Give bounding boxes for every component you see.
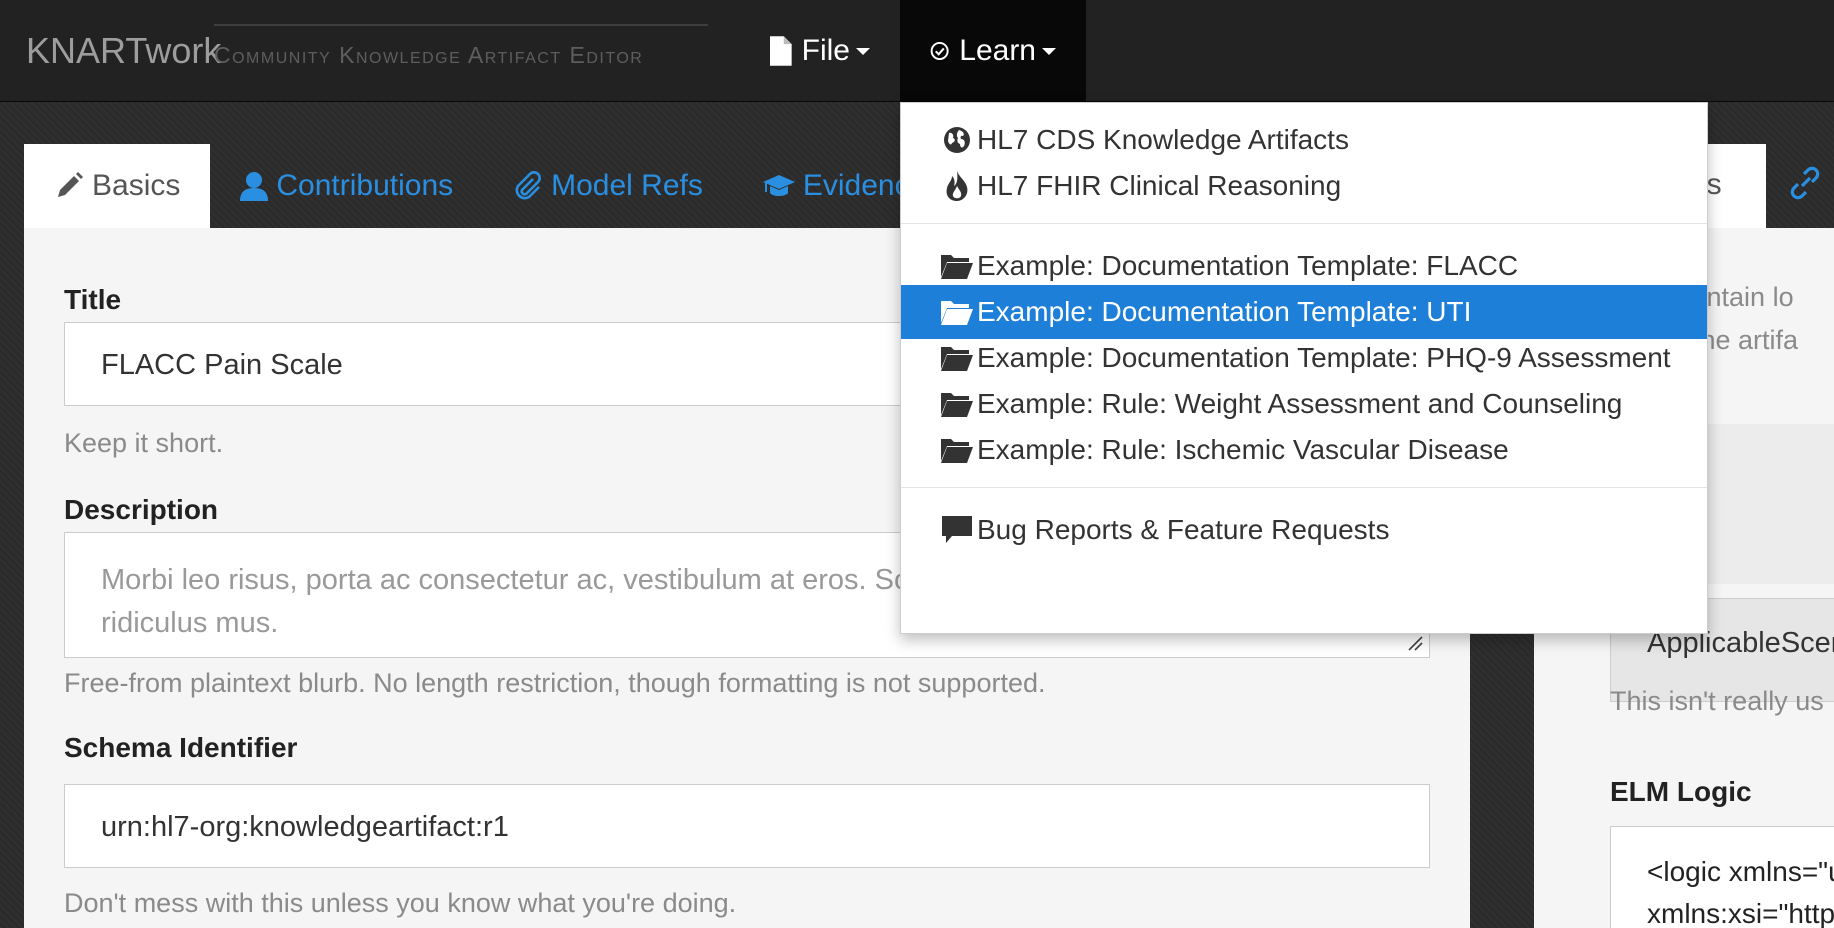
menu-item-label: Example: Documentation Template: FLACC (977, 250, 1519, 281)
paperclip-icon (515, 171, 542, 200)
tab-label: Basics (92, 169, 181, 202)
menu-item-label: Example: Rule: Ischemic Vascular Disease (977, 434, 1509, 465)
learn-menu-label: Learn (959, 34, 1036, 67)
menu-item-label: Example: Documentation Template: UTI (977, 296, 1472, 327)
tab-label: Model Refs (551, 169, 703, 202)
link-icon[interactable] (1790, 166, 1820, 200)
brand-subtitle: Community Knowledge Artifact Editor (214, 24, 708, 69)
top-navbar: KNARTwork Community Knowledge Artifact E… (0, 0, 1834, 102)
brand-name[interactable]: KNARTwork (26, 30, 221, 72)
caret-down-icon (856, 47, 870, 55)
file-icon (770, 36, 792, 66)
menu-item-label: HL7 FHIR Clinical Reasoning (977, 170, 1342, 201)
graduation-cap-icon (762, 175, 795, 196)
title-help: Keep it short. (64, 428, 224, 458)
resize-handle-icon[interactable] (1407, 635, 1423, 651)
description-label: Description (64, 494, 219, 525)
title-label: Title (64, 284, 122, 315)
menu-item-example-ischemic-vascular[interactable]: Example: Rule: Ischemic Vascular Disease (901, 423, 1707, 477)
pencil-icon (58, 172, 83, 197)
menu-item-label: Example: Rule: Weight Assessment and Cou… (977, 388, 1623, 419)
menu-divider (901, 487, 1707, 488)
tab-contributions[interactable]: Contributions (210, 144, 483, 228)
user-icon (240, 172, 269, 201)
menu-item-label: Example: Documentation Template: PHQ-9 A… (977, 342, 1671, 373)
file-menu-label: File (801, 34, 850, 67)
menu-item-label: HL7 CDS Knowledge Artifacts (977, 124, 1349, 155)
tab-model-refs[interactable]: Model Refs (483, 144, 733, 228)
elm-logic-textarea[interactable]: <logic xmlns="u xmlns:xsi="http (1610, 826, 1834, 928)
schema-identifier-help: Don't mess with this unless you know wha… (64, 888, 737, 918)
globe-icon (944, 127, 970, 153)
folder-open-icon (941, 301, 973, 325)
code-line: xmlns:xsi="http (1647, 898, 1834, 928)
schema-identifier-label: Schema Identifier (64, 732, 298, 763)
check-circle-icon (930, 42, 949, 60)
caret-down-icon (1042, 47, 1056, 55)
folder-open-icon (941, 393, 973, 417)
schema-identifier-input[interactable]: urn:hl7-org:knowledgeartifact:r1 (64, 784, 1430, 868)
editor-tabs: Basics Contributions Model Refs Evidence (24, 144, 956, 228)
menu-divider (901, 223, 1707, 224)
comment-icon (942, 516, 972, 543)
learn-dropdown-menu: HL7 CDS Knowledge Artifacts HL7 FHIR Cli… (900, 102, 1708, 634)
folder-open-icon (941, 439, 973, 463)
applicable-scenario-help: This isn't really us (1610, 686, 1824, 716)
tab-label: Contributions (276, 169, 454, 202)
fire-icon (946, 171, 968, 201)
file-menu-button[interactable]: File (740, 0, 900, 102)
menu-item-label: Bug Reports & Feature Requests (977, 514, 1390, 545)
code-line: <logic xmlns="u (1647, 856, 1834, 887)
folder-open-icon (941, 255, 973, 279)
folder-open-icon (941, 347, 973, 371)
menu-item-bug-reports[interactable]: Bug Reports & Feature Requests (901, 503, 1707, 557)
description-help: Free-from plaintext blurb. No length res… (64, 668, 1046, 698)
elm-logic-label: ELM Logic (1610, 776, 1752, 807)
menu-item-hl7-fhir-clinical-reasoning[interactable]: HL7 FHIR Clinical Reasoning (901, 159, 1707, 213)
learn-menu-button[interactable]: Learn (900, 0, 1086, 102)
tab-basics[interactable]: Basics (24, 144, 211, 228)
